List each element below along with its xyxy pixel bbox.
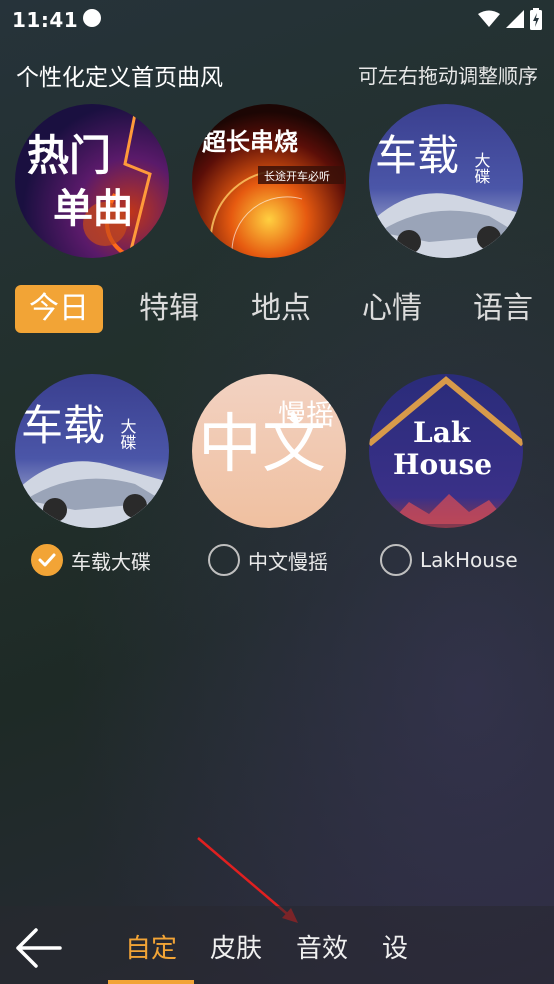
long-medley-line2: 长途开车必听 <box>264 169 330 183</box>
status-time: 11:41 <box>12 8 79 32</box>
car-album-art-small: 车载 大碟 <box>15 374 169 528</box>
option-art-line2: House <box>393 448 492 481</box>
tab-language[interactable]: 语言 <box>473 285 554 333</box>
lakhouse-art: Lak House <box>369 374 523 528</box>
hot-singles-line1: 热门 <box>27 131 111 180</box>
checkbox-unchecked-icon[interactable] <box>208 544 240 576</box>
option-art-line2: 慢摇 <box>278 398 334 431</box>
option-label: LakHouse <box>420 548 518 572</box>
bottom-nav: 自定 皮肤 音效 设 <box>0 906 554 984</box>
battery-icon <box>530 8 542 30</box>
notification-dot-icon <box>83 9 101 27</box>
car-album-art: 车载 大碟 <box>369 104 523 258</box>
tab-special[interactable]: 特辑 <box>139 285 199 333</box>
nav-tab-skin[interactable]: 皮肤 <box>210 928 262 965</box>
option-car-album[interactable]: 车载大碟 <box>31 544 151 576</box>
hot-singles-line2: 单曲 <box>53 186 133 232</box>
signal-icon <box>506 10 524 28</box>
tab-today[interactable]: 今日 <box>15 285 103 333</box>
back-arrow-icon[interactable] <box>14 926 64 970</box>
status-icons <box>478 8 542 30</box>
option-card-car-album[interactable]: 车载 大碟 <box>15 374 169 528</box>
option-lakhouse[interactable]: LakHouse <box>380 544 518 576</box>
hot-singles-art: 热门 单曲 <box>15 104 169 258</box>
option-art-line1: 车载 <box>21 401 105 450</box>
genre-card-hot-singles[interactable]: 热门 单曲 <box>15 104 169 258</box>
chinese-slow-art: 中文 慢摇 <box>192 374 346 528</box>
nav-tab-sound-effects[interactable]: 音效 <box>296 928 348 965</box>
tab-location[interactable]: 地点 <box>251 285 311 333</box>
status-bar: 11:41 <box>0 0 554 38</box>
wifi-icon <box>478 10 500 27</box>
option-card-chinese-slow[interactable]: 中文 慢摇 <box>192 374 346 528</box>
genre-card-long-medley[interactable]: 超长串烧 长途开车必听 <box>192 104 346 258</box>
car-album-line1: 车载 <box>375 131 459 180</box>
page-title: 个性化定义首页曲风 <box>16 65 223 91</box>
option-art-line1: Lak <box>413 416 471 449</box>
option-label: 车载大碟 <box>71 549 151 574</box>
checkbox-unchecked-icon[interactable] <box>380 544 412 576</box>
long-medley-art: 超长串烧 长途开车必听 <box>192 104 346 258</box>
genre-card-car-album[interactable]: 车载 大碟 <box>369 104 523 258</box>
tab-mood[interactable]: 心情 <box>362 285 422 333</box>
nav-tab-custom[interactable]: 自定 <box>125 928 177 965</box>
nav-tab-settings[interactable]: 设 <box>382 928 408 965</box>
option-card-lakhouse[interactable]: Lak House <box>369 374 523 528</box>
checkbox-checked-icon[interactable] <box>31 544 63 576</box>
drag-hint: 可左右拖动调整顺序 <box>358 64 538 88</box>
active-tab-indicator <box>108 980 194 984</box>
option-art-line2: 大碟 <box>118 418 137 450</box>
option-label: 中文慢摇 <box>248 549 328 574</box>
car-album-line2: 大碟 <box>472 152 491 184</box>
option-chinese-slow[interactable]: 中文慢摇 <box>208 544 328 576</box>
long-medley-line1: 超长串烧 <box>202 128 298 156</box>
